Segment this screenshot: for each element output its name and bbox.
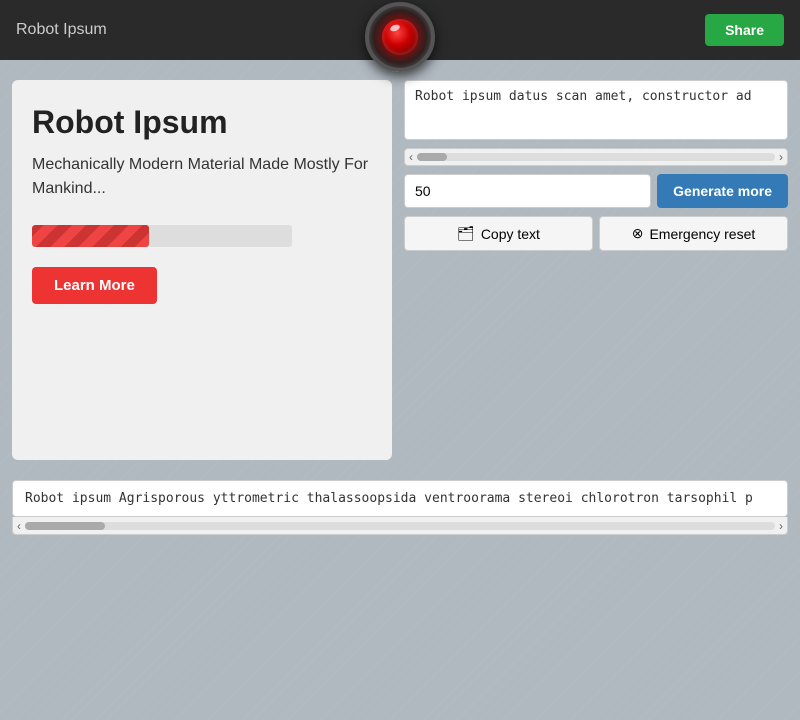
emergency-label: Emergency reset <box>649 226 755 242</box>
app-title: Robot Ipsum <box>16 21 107 39</box>
copy-icon: 🗂 <box>457 225 475 242</box>
bottom-scroll-right-icon[interactable]: › <box>779 519 783 533</box>
copy-button[interactable]: 🗂 Copy text <box>404 216 593 251</box>
copy-label: Copy text <box>481 226 540 242</box>
learn-more-button[interactable]: Learn More <box>32 267 157 304</box>
card-title: Robot Ipsum <box>32 104 372 141</box>
share-button[interactable]: Share <box>705 14 784 46</box>
bottom-scroll-left-icon[interactable]: ‹ <box>17 519 21 533</box>
scroll-right-icon[interactable]: › <box>779 150 783 164</box>
bottom-text-output: Robot ipsum Agrisporous yttrometric thal… <box>12 480 788 517</box>
progress-bar-fill <box>32 225 149 247</box>
generate-button[interactable]: Generate more <box>657 174 788 208</box>
bottom-scrollbar[interactable]: ‹ › <box>12 517 788 535</box>
robot-eye <box>365 2 435 72</box>
top-scrollbar[interactable]: ‹ › <box>404 148 788 166</box>
generate-row: Generate more <box>404 174 788 208</box>
text-output: Robot ipsum datus scan amet, constructor… <box>404 80 788 140</box>
scroll-thumb <box>417 153 447 161</box>
scroll-left-icon[interactable]: ‹ <box>409 150 413 164</box>
emergency-icon: ⊗ <box>632 225 644 242</box>
left-card: Robot Ipsum Mechanically Modern Material… <box>12 80 392 460</box>
number-input[interactable] <box>404 174 651 208</box>
bottom-area: Robot ipsum Agrisporous yttrometric thal… <box>12 480 788 535</box>
header: Robot Ipsum Share <box>0 0 800 60</box>
eye-glint <box>389 23 400 32</box>
card-subtitle: Mechanically Modern Material Made Mostly… <box>32 153 372 201</box>
action-row: 🗂 Copy text ⊗ Emergency reset <box>404 216 788 251</box>
eye-red <box>382 19 418 55</box>
bottom-scroll-thumb <box>25 522 105 530</box>
progress-bar-container <box>32 225 292 247</box>
right-panel: Robot ipsum datus scan amet, constructor… <box>404 80 788 460</box>
scroll-track[interactable] <box>417 153 775 161</box>
emergency-reset-button[interactable]: ⊗ Emergency reset <box>599 216 788 251</box>
main-area: Robot Ipsum Mechanically Modern Material… <box>0 68 800 472</box>
bottom-scroll-track[interactable] <box>25 522 775 530</box>
